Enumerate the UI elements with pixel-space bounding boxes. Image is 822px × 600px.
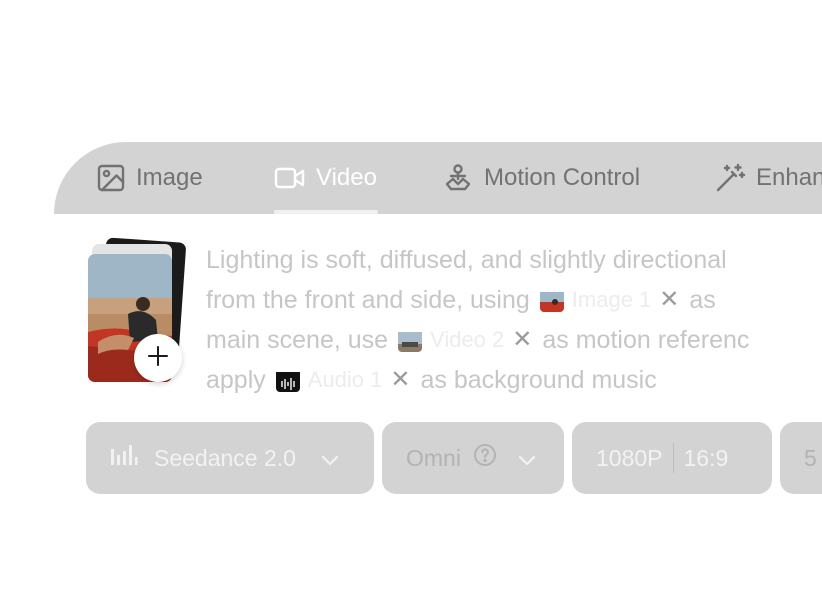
chevron-down-icon xyxy=(517,445,537,472)
tab-enhance[interactable]: Enhan xyxy=(714,142,822,214)
tab-motion-control-label: Motion Control xyxy=(484,164,641,191)
active-tab-indicator xyxy=(274,210,378,214)
prompt-line-3: main scene, use Video 2 ✕ as motion refe… xyxy=(206,320,749,360)
model-select-label: Seedance 2.0 xyxy=(154,444,296,471)
tab-image-label: Image xyxy=(136,164,203,191)
duration-select[interactable]: 5 xyxy=(780,422,822,494)
motion-control-icon xyxy=(442,162,474,194)
prompt-text-3b: as motion referenc xyxy=(542,326,750,354)
add-reference-button[interactable] xyxy=(134,334,182,382)
plus-icon xyxy=(147,345,169,372)
prompt-text-2a: from the front and side, using xyxy=(206,286,530,314)
tab-video[interactable]: Video xyxy=(274,142,377,214)
prompt-text-1: Lighting is soft, diffused, and slightly… xyxy=(206,246,727,274)
audio-chip-thumbnail xyxy=(275,368,300,392)
mode-select-label: Omni xyxy=(406,444,461,471)
remove-video-chip-icon[interactable]: ✕ xyxy=(512,328,532,352)
resolution-label: 1080P xyxy=(596,444,663,471)
magic-wand-icon xyxy=(714,162,746,194)
prompt-text-3a: main scene, use xyxy=(206,326,389,354)
prompt-line-4: apply Audio 1 ✕ as background music xyxy=(206,360,657,400)
model-select[interactable]: Seedance 2.0 xyxy=(86,422,374,494)
model-bars-icon xyxy=(110,443,138,473)
prompt-text-4a: apply xyxy=(206,366,266,394)
aspect-ratio-label: 16:9 xyxy=(683,444,729,471)
video-camera-icon xyxy=(274,165,306,191)
image-icon xyxy=(96,163,126,193)
tab-enhance-label: Enhan xyxy=(756,164,822,191)
tab-video-label: Video xyxy=(316,164,377,191)
remove-image-chip-icon[interactable]: ✕ xyxy=(659,288,679,312)
image-chip-thumbnail xyxy=(539,288,564,312)
chevron-down-icon xyxy=(320,445,340,472)
reference-chip-image[interactable]: Image 1 ✕ xyxy=(539,280,679,320)
tab-image[interactable]: Image xyxy=(96,142,203,214)
tab-motion-control[interactable]: Motion Control xyxy=(442,142,640,214)
prompt-line-1: Lighting is soft, diffused, and slightly… xyxy=(206,240,727,280)
help-icon[interactable] xyxy=(473,443,497,473)
prompt-text-4b: as background music xyxy=(420,366,657,394)
image-chip-label: Image 1 xyxy=(571,287,652,312)
remove-audio-chip-icon[interactable]: ✕ xyxy=(390,368,410,392)
reference-chip-video[interactable]: Video 2 ✕ xyxy=(398,320,532,360)
divider xyxy=(672,443,674,473)
resolution-ratio-select[interactable]: 1080P 16:9 xyxy=(572,422,772,494)
video-chip-thumbnail xyxy=(398,328,423,352)
mode-select[interactable]: Omni xyxy=(382,422,564,494)
video-chip-label: Video 2 xyxy=(430,327,505,352)
prompt-line-2: from the front and side, using Image 1 ✕… xyxy=(206,280,716,320)
reference-chip-audio[interactable]: Audio 1 ✕ xyxy=(275,360,411,400)
prompt-text-2b: as xyxy=(689,286,716,314)
audio-chip-label: Audio 1 xyxy=(307,367,383,392)
duration-label: 5 xyxy=(804,444,817,471)
